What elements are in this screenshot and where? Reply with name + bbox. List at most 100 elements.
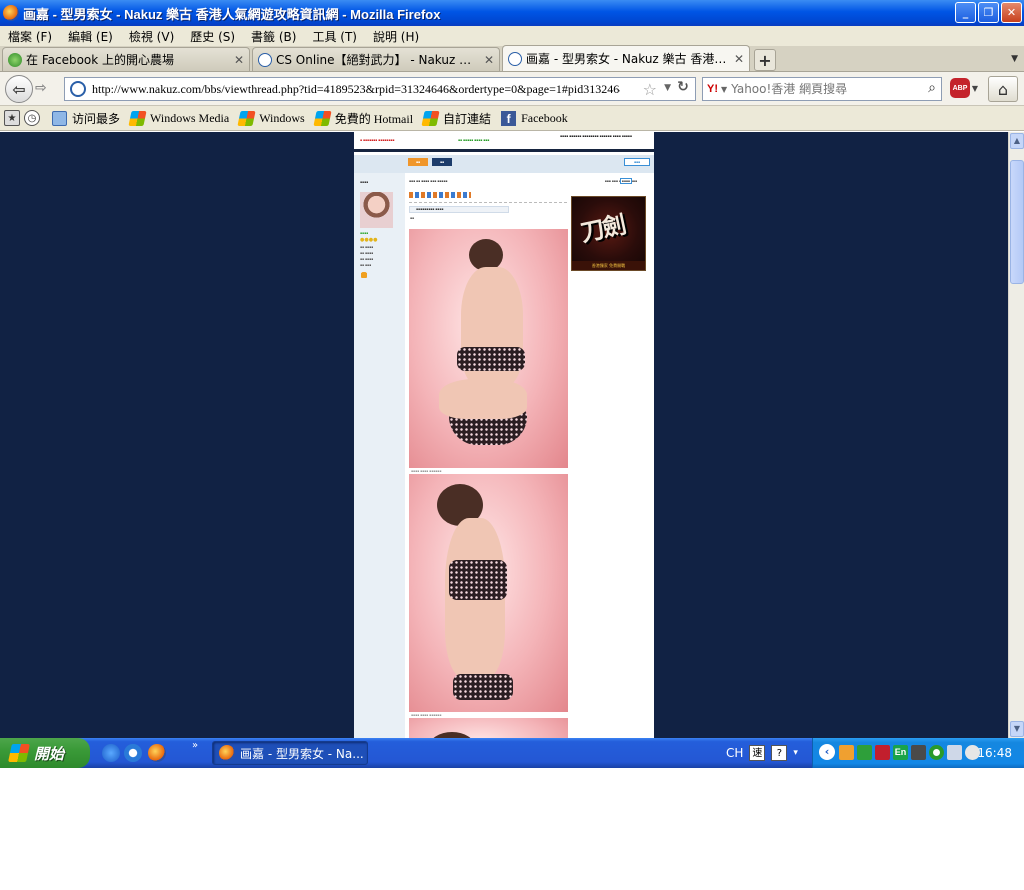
- tab-cs-online[interactable]: CS Online【絕對武力】 - Nakuz 樂古 … ✕: [252, 47, 500, 71]
- new-topic-button[interactable]: ▪▪: [432, 158, 452, 166]
- tray-network-icon[interactable]: [857, 745, 872, 760]
- bookmarks-star-icon[interactable]: ★: [4, 110, 20, 126]
- menu-edit[interactable]: 編輯 (E): [60, 28, 121, 45]
- quicklaunch-more-icon[interactable]: »: [192, 740, 198, 751]
- adblock-dropdown-icon[interactable]: ▼: [972, 84, 978, 93]
- bookmark-hotmail[interactable]: 免費的 Hotmail: [313, 110, 413, 127]
- tab-label: 画嘉 - 型男索女 - Nakuz 樂古 香港人…: [526, 52, 730, 66]
- window-title-bar[interactable]: 画嘉 - 型男索女 - Nakuz 樂古 香港人氣網遊攻略資訊網 - Mozil…: [0, 0, 1024, 26]
- restore-button[interactable]: ❐: [978, 2, 999, 23]
- page-jump-input[interactable]: [620, 178, 632, 184]
- windows-flag-icon: [128, 110, 147, 126]
- minimize-button[interactable]: _: [955, 2, 976, 23]
- search-input[interactable]: [731, 82, 910, 96]
- new-tab-button[interactable]: +: [754, 49, 776, 71]
- tray-monitor-icon[interactable]: [947, 745, 962, 760]
- input-method-icon[interactable]: 速: [749, 745, 766, 761]
- reply-button[interactable]: ▪▪: [408, 158, 428, 166]
- header-links-red[interactable]: ▪ ▪▪▪▪▪▪▪ ▪▪▪▪▪▪▪▪: [360, 138, 394, 142]
- page-viewport[interactable]: ▪ ▪▪▪▪▪▪▪ ▪▪▪▪▪▪▪▪ ▪▪ ▪▪▪▪▪ ▪▪▪▪ ▪▪▪ ▪▪▪…: [0, 132, 1008, 738]
- tray-input-en-icon[interactable]: En: [893, 745, 908, 760]
- forward-button[interactable]: ⇨: [35, 80, 47, 96]
- bookmark-most-visited[interactable]: 访问最多: [52, 110, 120, 127]
- menu-tools[interactable]: 工具 (T): [304, 28, 365, 45]
- search-engine-dropdown-icon[interactable]: ▼: [721, 85, 727, 94]
- tray-acrobat-icon[interactable]: [875, 745, 890, 760]
- tray-keyboard-icon[interactable]: [911, 745, 926, 760]
- search-bar[interactable]: Y! ▼ ⌕: [702, 77, 942, 101]
- tab-facebook-farm[interactable]: 在 Facebook 上的開心農場 ✕: [2, 47, 250, 71]
- post-photo[interactable]: [409, 474, 568, 712]
- tab-list-chevron-icon[interactable]: ▼: [1011, 54, 1018, 64]
- address-bar[interactable]: ☆ ▼ ↻: [64, 77, 696, 101]
- forum-nav-row: ▪▪ ▪▪ ▪▪▪: [354, 155, 654, 173]
- bookmark-custom-links[interactable]: 自訂連結: [421, 110, 491, 127]
- start-button[interactable]: 開始: [0, 738, 90, 768]
- start-label: 開始: [34, 745, 65, 763]
- post-author-sidebar: ▪▪▪▪ ▪▪▪▪ ●●●● ▪▪ ▪▪▪▪ ▪▪ ▪▪▪▪ ▪▪ ▪▪▪▪ ▪…: [354, 173, 405, 738]
- bookmark-label: 访问最多: [72, 111, 121, 126]
- taskbar-firefox-window[interactable]: 画嘉 - 型男索女 - Na...: [212, 741, 368, 765]
- bookmark-windows[interactable]: Windows: [237, 110, 305, 126]
- bookmark-label: Windows: [259, 110, 305, 125]
- header-links-green[interactable]: ▪▪ ▪▪▪▪▪ ▪▪▪▪ ▪▪▪: [458, 138, 489, 142]
- photo-caption: ▪▪▪▪ ▪▪▪▪ ▪▪▪▪▪▪: [411, 713, 442, 717]
- tab-current-thread[interactable]: 画嘉 - 型男索女 - Nakuz 樂古 香港人… ✕: [502, 45, 750, 71]
- page-scrollbar[interactable]: ▲ ▼: [1008, 132, 1024, 738]
- site-identity-icon[interactable]: [70, 81, 86, 97]
- menu-history[interactable]: 歷史 (S): [182, 28, 243, 45]
- windows-flag-icon: [421, 110, 440, 126]
- tray-green-circle-icon[interactable]: [929, 745, 944, 760]
- tray-app-icon[interactable]: [839, 745, 854, 760]
- menu-bookmarks[interactable]: 書籤 (B): [243, 28, 304, 45]
- firefox-icon[interactable]: [148, 744, 166, 762]
- system-tray: ‹ En 16:48: [812, 738, 1024, 768]
- scroll-down-icon[interactable]: ▼: [1010, 721, 1024, 737]
- author-stat: ▪▪ ▪▪▪: [360, 263, 372, 267]
- adblock-button[interactable]: ABP ▼: [950, 78, 978, 100]
- post-tool-icons[interactable]: [409, 192, 471, 198]
- forum-link-button[interactable]: ▪▪▪: [624, 158, 650, 166]
- menu-file[interactable]: 檔案 (F): [0, 28, 60, 45]
- windows-flag-icon: [313, 110, 332, 126]
- history-clock-icon[interactable]: ◷: [24, 110, 40, 126]
- show-hidden-icons-icon[interactable]: ‹: [819, 744, 835, 760]
- folder-icon: [52, 110, 67, 126]
- author-name[interactable]: ▪▪▪▪: [360, 180, 368, 184]
- internet-explorer-icon[interactable]: [102, 744, 120, 762]
- language-bar[interactable]: CH 速 ? ▾: [726, 745, 798, 761]
- tab-label: 在 Facebook 上的開心農場: [26, 53, 175, 67]
- post-photo[interactable]: [409, 718, 568, 738]
- forum-thread-page: ▪ ▪▪▪▪▪▪▪ ▪▪▪▪▪▪▪▪ ▪▪ ▪▪▪▪▪ ▪▪▪▪ ▪▪▪ ▪▪▪…: [354, 132, 654, 738]
- menu-help[interactable]: 說明 (H): [365, 28, 427, 45]
- post-info-bar: ▪▪▪ ▪▪ ▪▪▪▪ ▪▪▪ ▪▪▪▪▪ ▪▪▪ ▪▪▪ ▪ ▪▪▪▪ ▪▪▪: [409, 179, 637, 183]
- back-button[interactable]: ⇦: [5, 75, 33, 103]
- browser-icon[interactable]: [124, 744, 142, 762]
- history-dropdown-icon[interactable]: ▼: [664, 83, 671, 93]
- tab-close-icon[interactable]: ✕: [484, 53, 494, 67]
- bookmark-label: Facebook: [521, 110, 568, 125]
- language-indicator[interactable]: CH: [726, 746, 743, 760]
- bookmark-star-icon[interactable]: ☆: [643, 80, 657, 99]
- bookmark-windows-media[interactable]: Windows Media: [128, 110, 229, 126]
- tab-close-icon[interactable]: ✕: [234, 53, 244, 67]
- home-button[interactable]: ⌂: [988, 76, 1018, 102]
- tab-close-icon[interactable]: ✕: [734, 52, 744, 66]
- scroll-up-icon[interactable]: ▲: [1010, 133, 1024, 149]
- scroll-thumb[interactable]: [1010, 160, 1024, 284]
- game-advertisement[interactable]: 刀劍 香港獨家 免費開戰: [571, 196, 646, 271]
- close-button[interactable]: ✕: [1001, 2, 1022, 23]
- post-photo[interactable]: [409, 229, 568, 468]
- yahoo-engine-icon[interactable]: Y!: [707, 83, 718, 95]
- help-icon[interactable]: ?: [771, 745, 788, 761]
- menu-view[interactable]: 檢視 (V): [121, 28, 182, 45]
- reload-icon[interactable]: ↻: [673, 79, 693, 99]
- windows-taskbar: 開始 » 画嘉 - 型男索女 - Na... CH 速 ? ▾ ‹ En 16:…: [0, 738, 1024, 768]
- search-icon[interactable]: ⌕: [928, 80, 936, 96]
- url-input[interactable]: [92, 81, 620, 97]
- language-options-icon[interactable]: ▾: [793, 748, 798, 758]
- avatar[interactable]: [360, 192, 393, 228]
- bookmark-facebook[interactable]: f Facebook: [501, 110, 568, 126]
- system-clock[interactable]: 16:48: [977, 746, 1012, 760]
- window-controls: _ ❐ ✕: [955, 2, 1022, 23]
